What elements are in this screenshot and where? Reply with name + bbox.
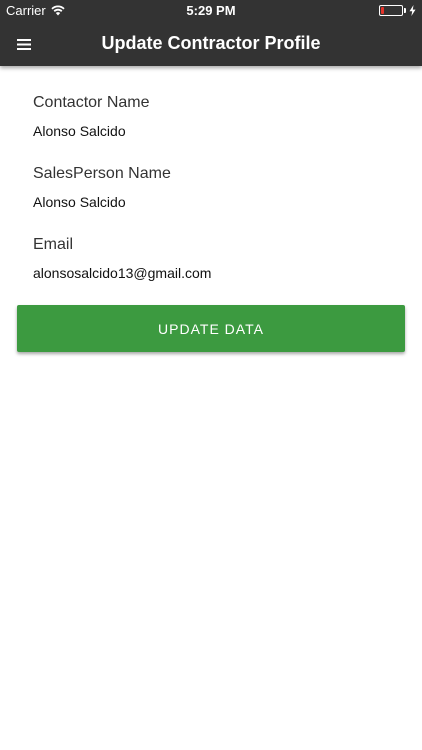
salesperson-name-value[interactable]: Alonso Salcido [33, 194, 126, 210]
charging-bolt-icon [409, 5, 416, 16]
status-time: 5:29 PM [186, 3, 236, 18]
screen: Carrier 5:29 PM Update Contractor Profil… [0, 0, 422, 750]
status-bar: Carrier 5:29 PM [0, 0, 422, 22]
contractor-name-value[interactable]: Alonso Salcido [33, 123, 126, 139]
battery-fill [381, 7, 384, 14]
update-data-button[interactable]: UPDATE DATA [17, 305, 405, 352]
salesperson-name-label: SalesPerson Name [33, 165, 171, 182]
battery-nub [404, 8, 406, 13]
app-bar: Update Contractor Profile [0, 22, 422, 66]
battery-icon [379, 5, 403, 16]
battery-indicator [379, 5, 416, 16]
page-title: Update Contractor Profile [101, 33, 321, 53]
email-value[interactable]: alonsosalcido13@gmail.com [33, 265, 211, 281]
contractor-name-label: Contactor Name [33, 94, 150, 111]
email-label: Email [33, 236, 74, 253]
top-bar: Carrier 5:29 PM Update Contractor Profil… [0, 0, 422, 66]
